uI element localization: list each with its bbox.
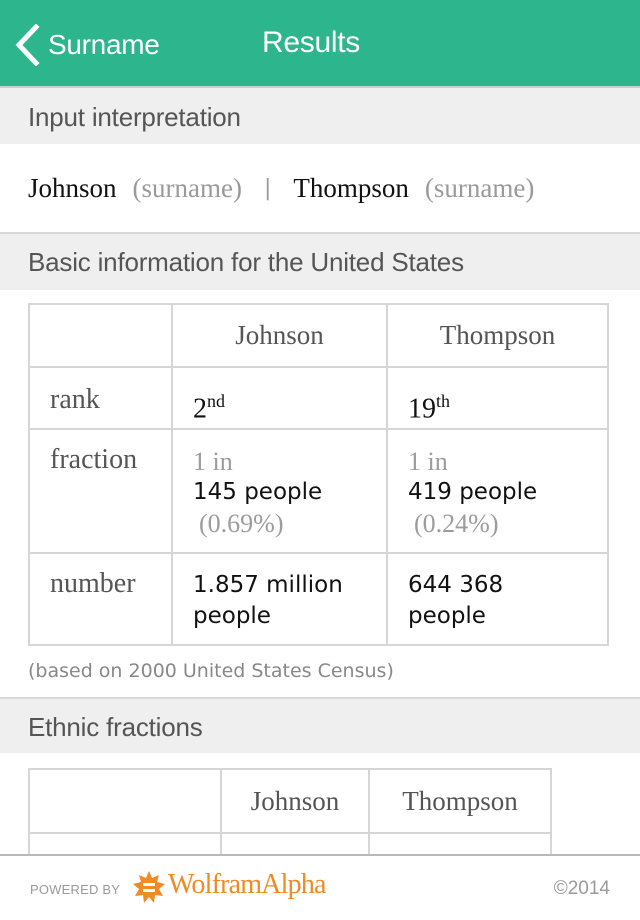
number-johnson: 1.857 million people	[171, 552, 388, 646]
header-cell-johnson: Johnson	[220, 768, 370, 834]
wolframalpha-star-icon[interactable]	[132, 870, 166, 904]
table-row-fraction: fraction 1 in 145 people (0.69%) 1 in 41…	[28, 428, 609, 554]
table-row-partial	[28, 832, 552, 854]
fraction-value: 419 people	[408, 479, 538, 505]
results-scroll-area[interactable]: Input interpretation Johnson (surname) |…	[0, 88, 640, 854]
page-title: Results	[262, 26, 360, 59]
table-cell	[368, 832, 552, 854]
basic-info-table: Johnson Thompson rank 2nd 19th fraction …	[28, 303, 609, 646]
powered-by-label: POWERED BY	[30, 882, 121, 897]
rank-suffix: th	[436, 391, 451, 411]
rank-value: 19	[408, 393, 436, 425]
rank-suffix: nd	[207, 391, 225, 411]
rank-johnson: 2nd	[171, 366, 388, 430]
table-row-rank: rank 2nd 19th	[28, 366, 609, 430]
pod-header-ethnic-fractions: Ethnic fractions	[0, 699, 640, 753]
input-interpretation-content: Johnson (surname) | Thompson (surname)	[0, 144, 640, 232]
fraction-johnson: 1 in 145 people (0.69%)	[171, 428, 388, 554]
header-cell-johnson: Johnson	[171, 303, 388, 368]
header-cell-thompson: Thompson	[368, 768, 552, 834]
table-row-number: number 1.857 million people 644 368 peop…	[28, 552, 609, 646]
copyright: ©2014	[553, 878, 610, 899]
back-button[interactable]: Surname	[14, 22, 160, 68]
pod-header-input-interpretation: Input interpretation	[0, 88, 640, 144]
number-unit: people	[408, 603, 486, 629]
pod-header-basic-info: Basic information for the United States	[0, 234, 640, 290]
table-header-row: Johnson Thompson	[28, 303, 609, 368]
surname-1-type: (surname)	[132, 172, 242, 203]
fraction-percent: (0.24%)	[414, 509, 499, 538]
census-note: (based on 2000 United States Census)	[28, 660, 394, 682]
fraction-prefix: 1 in	[408, 447, 448, 476]
navigation-bar: Surname Results	[0, 0, 640, 88]
rank-thompson: 19th	[386, 366, 609, 430]
table-cell	[220, 832, 370, 854]
chevron-left-icon	[14, 24, 40, 66]
header-cell-thompson: Thompson	[386, 303, 609, 368]
footer: POWERED BY WolframAlpha ©2014	[0, 854, 640, 920]
surname-2: Thompson	[293, 172, 409, 203]
separator: |	[263, 175, 272, 201]
ethnic-fractions-table: Johnson Thompson	[28, 768, 552, 854]
fraction-value: 145 people	[193, 479, 323, 505]
number-value: 644 368	[408, 572, 504, 598]
number-unit: people	[193, 603, 271, 629]
row-label-number: number	[28, 552, 173, 646]
row-label-fraction: fraction	[28, 428, 173, 554]
table-cell	[28, 832, 222, 854]
rank-value: 2	[193, 393, 207, 425]
fraction-thompson: 1 in 419 people (0.24%)	[386, 428, 609, 554]
table-header-row: Johnson Thompson	[28, 768, 552, 834]
number-thompson: 644 368 people	[386, 552, 609, 646]
surname-2-type: (surname)	[424, 172, 535, 203]
header-cell-empty	[28, 768, 222, 834]
back-label: Surname	[48, 29, 160, 60]
wolframalpha-logo-text[interactable]: WolframAlpha	[168, 869, 326, 901]
header-cell-empty	[28, 303, 173, 368]
fraction-prefix: 1 in	[193, 447, 233, 476]
surname-1: Johnson	[28, 172, 117, 203]
number-value: 1.857 million	[193, 572, 343, 598]
row-label-rank: rank	[28, 366, 173, 430]
fraction-percent: (0.69%)	[199, 509, 284, 538]
